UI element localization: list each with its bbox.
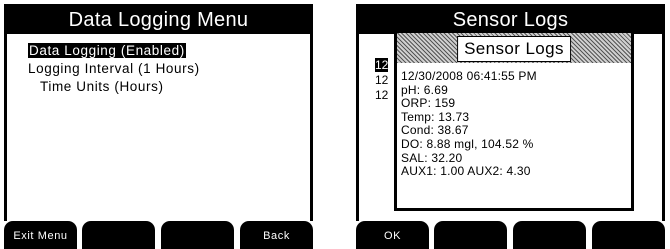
log-list-item-label: 12 (375, 88, 389, 102)
menu-item-label: Data Logging (Enabled) (28, 43, 186, 58)
menu-list: Data Logging (Enabled) Logging Interval … (28, 42, 200, 96)
data-logging-menu-screen: Data Logging Menu Data Logging (Enabled)… (0, 0, 317, 249)
back-softkey[interactable]: Back (240, 221, 313, 249)
log-list: 12 12 12 (375, 58, 389, 103)
log-temp: Temp: 13.73 (401, 109, 470, 124)
exit-menu-softkey[interactable]: Exit Menu (4, 221, 77, 249)
log-cond: Cond: 38.67 (401, 123, 469, 138)
softkey-4[interactable] (592, 221, 665, 249)
log-sal: SAL: 32.20 (401, 150, 463, 165)
log-timestamp: 12/30/2008 06:41:55 PM (401, 69, 537, 83)
menu-item-logging-interval[interactable]: Logging Interval (1 Hours) (28, 60, 200, 78)
log-ph: pH: 6.69 (401, 82, 448, 97)
softkey-3[interactable] (161, 221, 234, 249)
menu-item-time-units[interactable]: Time Units (Hours) (28, 78, 200, 96)
log-aux: AUX1: 1.00 AUX2: 4.30 (401, 164, 531, 179)
log-list-item-label: 12 (375, 58, 389, 72)
softkey-3[interactable] (513, 221, 586, 249)
ok-softkey[interactable]: OK (356, 221, 429, 249)
menu-item-data-logging[interactable]: Data Logging (Enabled) (28, 42, 200, 60)
log-detail-list: 12/30/2008 06:41:55 PM pH: 6.69 ORP: 159… (401, 69, 537, 179)
popup-header: Sensor Logs (397, 33, 631, 63)
log-list-item[interactable]: 12 (375, 58, 389, 73)
popup-title: Sensor Logs (457, 36, 571, 62)
menu-item-label: Time Units (Hours) (40, 79, 164, 94)
menu-item-label: Logging Interval (1 Hours) (28, 61, 200, 76)
log-list-item-label: 12 (375, 73, 389, 87)
sensor-log-popup: Sensor Logs 12/30/2008 06:41:55 PM pH: 6… (394, 30, 634, 211)
softkey-bar: Exit Menu Back (0, 221, 317, 249)
log-list-item[interactable]: 12 (375, 73, 388, 88)
screen-title: Data Logging Menu (4, 4, 313, 34)
popup-content: Sensor Logs 12/30/2008 06:41:55 PM pH: 6… (397, 33, 631, 208)
log-do: DO: 8.88 mgl, 104.52 % (401, 136, 534, 151)
sensor-logs-screen: Sensor Logs 12 12 12 Sensor Logs 12/30/2… (352, 0, 669, 249)
log-orp: ORP: 159 (401, 96, 456, 111)
menu-panel: Data Logging (Enabled) Logging Interval … (4, 34, 313, 221)
softkey-bar: OK (352, 221, 669, 249)
softkey-2[interactable] (434, 221, 507, 249)
log-list-item[interactable]: 12 (375, 88, 388, 103)
softkey-2[interactable] (82, 221, 155, 249)
